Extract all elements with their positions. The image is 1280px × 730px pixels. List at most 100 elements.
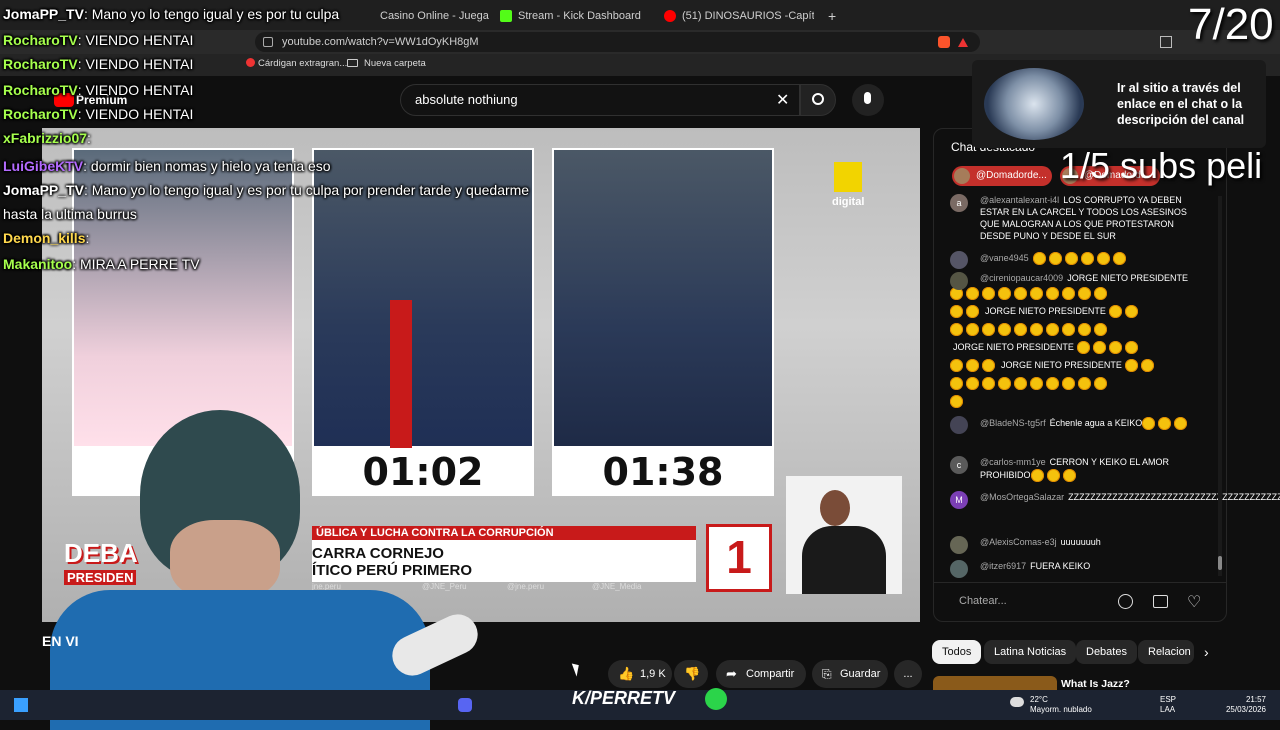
windows-start-icon[interactable] bbox=[14, 698, 28, 712]
heart-icon[interactable]: ♡ bbox=[1187, 592, 1201, 612]
bookmark-cardigan[interactable]: Cárdigan extragran... bbox=[258, 58, 347, 69]
avatar bbox=[954, 168, 970, 184]
chip-todos[interactable]: Todos bbox=[932, 640, 982, 664]
chat-text: ZZZZZZZZZZZZZZZZZZZZZZZZZZZZZZZZZZZZZZZZ… bbox=[1068, 492, 1280, 502]
sun-emoji-icon bbox=[950, 377, 963, 391]
avatar[interactable] bbox=[950, 560, 968, 578]
tab-label: (51) DINOSAURIOS -Capítulo Final- P bbox=[682, 10, 814, 22]
avatar[interactable] bbox=[950, 536, 968, 554]
chat-username[interactable]: @carlos-mm1ye bbox=[980, 457, 1046, 467]
chat-scrollbar-thumb[interactable] bbox=[1218, 556, 1222, 570]
sun-emoji-icon bbox=[966, 305, 979, 319]
chat-scrollbar[interactable] bbox=[1218, 196, 1222, 576]
chat-message[interactable]: @vane4945 bbox=[950, 251, 1200, 269]
sun-emoji-icon bbox=[966, 323, 979, 337]
emoji-spam-row bbox=[950, 284, 1160, 302]
overlay-chat-user: RocharoTV bbox=[3, 32, 78, 48]
bookmark-nueva-carpeta[interactable]: Nueva carpeta bbox=[364, 58, 426, 69]
chat-username[interactable]: @MosOrtegaSalazar bbox=[980, 492, 1064, 502]
new-tab-button[interactable]: + bbox=[828, 4, 842, 28]
sun-emoji-icon bbox=[1046, 287, 1059, 301]
pinned-donation-1[interactable]: @Domadorde... bbox=[952, 166, 1052, 186]
digital-logo: digital bbox=[824, 162, 874, 212]
chat-message[interactable]: @itzer6917 FUERA KEIKO bbox=[950, 560, 1200, 578]
save-label: Guardar bbox=[840, 668, 881, 680]
chip-debates[interactable]: Debates bbox=[1076, 640, 1137, 664]
digital-logo-mark bbox=[834, 162, 862, 192]
overlay-chat-line: Demon_kills: bbox=[3, 230, 89, 246]
overlay-chat-text: : VIENDO HENTAI bbox=[77, 32, 194, 48]
overlay-chat-user: RocharoTV bbox=[3, 82, 78, 98]
laughing-emoji-icon bbox=[1030, 469, 1044, 482]
avatar[interactable]: c bbox=[950, 456, 968, 474]
language-layout[interactable]: LAA bbox=[1160, 705, 1175, 714]
more-actions-button[interactable]: ... bbox=[894, 660, 922, 688]
voice-search-button[interactable] bbox=[852, 84, 884, 116]
search-input[interactable]: absolute nothiung bbox=[400, 84, 800, 116]
chat-username[interactable]: @cireniopaucar4009 bbox=[980, 273, 1063, 283]
recommended-thumbnail[interactable] bbox=[933, 676, 1057, 690]
language-indicator[interactable]: ESP bbox=[1160, 695, 1176, 704]
clock-date[interactable]: 25/03/2026 bbox=[1218, 705, 1266, 714]
avatar[interactable] bbox=[950, 251, 968, 269]
search-button[interactable] bbox=[800, 84, 836, 116]
chat-username[interactable]: @BladeNS-tg5rf bbox=[980, 418, 1046, 428]
streamer-webcam bbox=[50, 400, 485, 730]
chat-username[interactable]: @AlexisComas-e3j bbox=[980, 537, 1057, 547]
sun-emoji-icon bbox=[1094, 287, 1107, 301]
chat-message[interactable]: @cireniopaucar4009 JORGE NIETO PRESIDENTE… bbox=[950, 272, 1200, 410]
share-button[interactable]: ➦ Compartir bbox=[716, 660, 806, 688]
save-button[interactable]: ⎘ Guardar bbox=[812, 660, 888, 688]
chat-message[interactable]: c @carlos-mm1ye CERRON Y KEIKO EL AMOR PRO… bbox=[950, 456, 1200, 483]
emoji-spam-row bbox=[950, 320, 1160, 338]
chat-username[interactable]: @alexantalexant-i4l bbox=[980, 195, 1059, 205]
recommended-title[interactable]: What Is Jazz? bbox=[1061, 678, 1130, 690]
avatar[interactable] bbox=[950, 272, 968, 290]
sun-emoji-icon bbox=[1080, 252, 1094, 265]
browser-tab-youtube[interactable]: (51) DINOSAURIOS -Capítulo Final- P bbox=[664, 4, 814, 28]
streamer-face bbox=[170, 520, 280, 600]
chat-username[interactable]: @vane4945 bbox=[980, 253, 1029, 263]
chevron-right-icon[interactable]: › bbox=[1204, 644, 1209, 660]
like-button[interactable]: 👍 1,9 K bbox=[608, 660, 672, 688]
chat-username[interactable]: @itzer6917 bbox=[980, 561, 1026, 571]
extension-icon[interactable] bbox=[1160, 36, 1172, 48]
avatar[interactable] bbox=[950, 416, 968, 434]
search-icon bbox=[812, 93, 824, 105]
sun-emoji-icon bbox=[982, 377, 995, 391]
overlay-chat-text: : bbox=[85, 230, 90, 246]
chip-latina-noticias[interactable]: Latina Noticias bbox=[984, 640, 1077, 664]
brave-shield-icon[interactable] bbox=[938, 36, 950, 48]
avatar[interactable]: M bbox=[950, 491, 968, 509]
sun-emoji-icon bbox=[1078, 287, 1091, 301]
address-bar[interactable]: youtube.com/watch?v=WW1dOyKH8gM bbox=[255, 32, 980, 52]
sun-emoji-icon bbox=[1094, 377, 1107, 391]
chat-message[interactable]: a @alexantalexant-i4l LOS CORRUPTO YA DEBE… bbox=[950, 194, 1200, 242]
browser-tab-casino[interactable]: Casino Online - Juega y gana h bbox=[380, 4, 490, 28]
subs-goal: 1/5 subs peli bbox=[1060, 145, 1263, 186]
overlay-chat-text: : dormir bien nomas y hielo ya tenia eso bbox=[83, 158, 331, 174]
clock-time[interactable]: 21:57 bbox=[1226, 695, 1266, 704]
emoji-spam-row bbox=[950, 374, 1160, 392]
super-chat-icon[interactable] bbox=[1153, 595, 1168, 608]
avatar[interactable]: a bbox=[950, 194, 968, 212]
discord-icon[interactable] bbox=[458, 698, 472, 712]
overlay-chat-line: RocharoTV: VIENDO HENTAI bbox=[3, 32, 193, 48]
emoji-icon[interactable] bbox=[1118, 594, 1133, 609]
chat-input[interactable]: Chatear... bbox=[959, 595, 1007, 607]
interpreter-head bbox=[820, 490, 850, 526]
browser-tab-kick[interactable]: Stream - Kick Dashboard bbox=[500, 4, 650, 28]
dislike-button[interactable]: 👎 bbox=[674, 660, 708, 688]
clear-search-icon[interactable]: ✕ bbox=[776, 90, 789, 110]
brave-rewards-icon[interactable] bbox=[958, 38, 968, 47]
chat-message[interactable]: M @MosOrtegaSalazar ZZZZZZZZZZZZZZZZZZZZZZ… bbox=[950, 491, 1280, 509]
overlay-chat-line: JomaPP_TV: Mano yo lo tengo igual y es p… bbox=[3, 6, 339, 22]
chat-message[interactable]: @BladeNS-tg5rf Échenle agua a KEIKO bbox=[950, 416, 1200, 434]
chat-message[interactable]: @AlexisComas-e3j uuuuuuuh bbox=[950, 536, 1200, 554]
site-info-icon[interactable] bbox=[263, 37, 273, 47]
chip-relacionados[interactable]: Relacion bbox=[1138, 640, 1194, 664]
thumbs-up-icon: 👍 bbox=[618, 666, 635, 681]
tab-label: Casino Online - Juega y gana h bbox=[380, 10, 490, 22]
sponsor-overlay-text: Ir al sitio a través del enlace en el ch… bbox=[1117, 81, 1245, 127]
overlay-chat-line: RocharoTV: VIENDO HENTAI bbox=[3, 106, 193, 122]
